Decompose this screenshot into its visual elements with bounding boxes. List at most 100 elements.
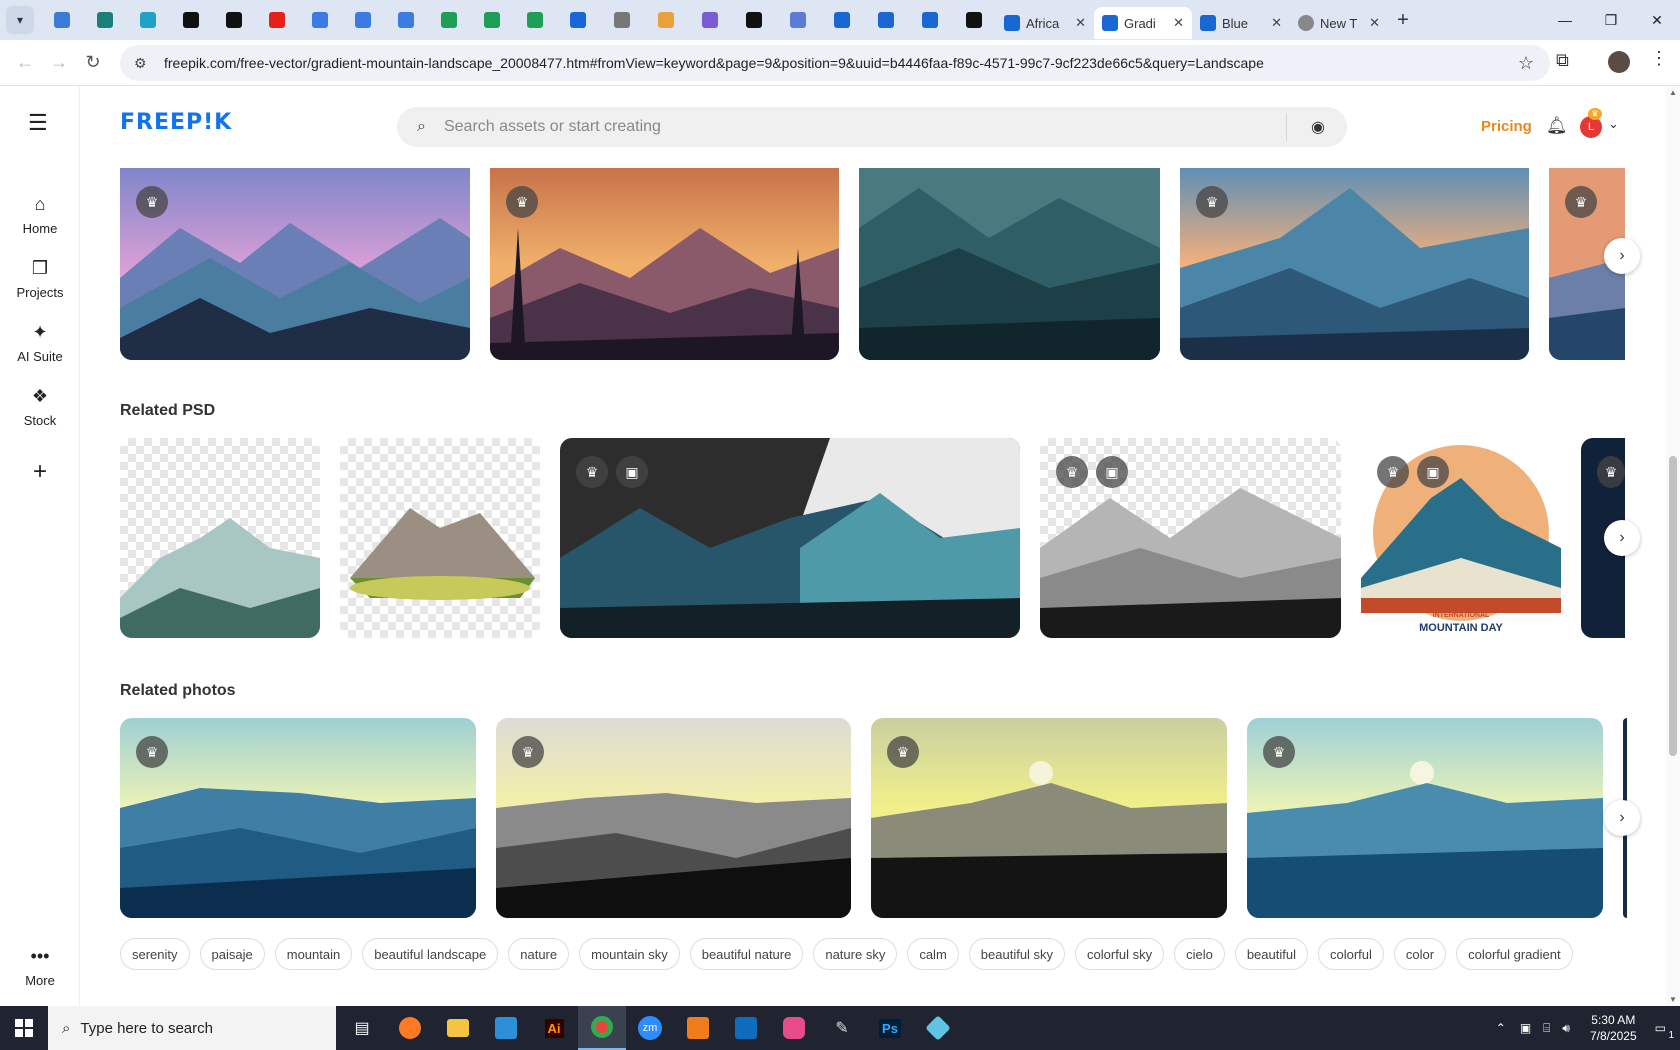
sidebar-item-ai-suite[interactable]: ✦ AI Suite	[0, 322, 80, 364]
chrome-icon[interactable]	[578, 1006, 626, 1050]
pinned-tab[interactable]	[427, 0, 470, 40]
tag-chip[interactable]: colorful gradient	[1456, 938, 1573, 970]
bell-icon[interactable]: 🔔︎	[1546, 116, 1568, 136]
notification-icon[interactable]: ▭ 1	[1655, 1021, 1674, 1041]
psd-card[interactable]: INTERNATIONAL MOUNTAIN DAY ♛ ▣	[1361, 438, 1561, 638]
zoom-icon[interactable]: zm	[626, 1006, 674, 1050]
pinned-tab[interactable]	[384, 0, 427, 40]
pinned-tab[interactable]	[298, 0, 341, 40]
freepik-logo[interactable]: FREEP!K	[120, 110, 232, 135]
bookmark-star-icon[interactable]: ☆	[1518, 53, 1534, 74]
photo-card[interactable]: ♛	[496, 718, 851, 918]
reload-icon[interactable]: ↻	[76, 52, 110, 73]
scrollbar-thumb[interactable]	[1669, 456, 1677, 756]
photo-card[interactable]: ♛	[871, 718, 1227, 918]
pinned-tab[interactable]	[126, 0, 169, 40]
file-explorer-icon[interactable]	[434, 1006, 482, 1050]
tag-chip[interactable]: calm	[907, 938, 959, 970]
windows-start-button[interactable]	[0, 1006, 48, 1050]
close-window-icon[interactable]: ✕	[1634, 0, 1680, 40]
vector-card[interactable]: ♛	[1180, 168, 1529, 360]
photoshop-icon[interactable]: Ps	[866, 1006, 914, 1050]
browser-tab[interactable]: New T ✕	[1290, 7, 1388, 39]
outlook-icon[interactable]	[722, 1006, 770, 1050]
camera-search-icon[interactable]: ◉	[1311, 117, 1325, 137]
pinned-tab[interactable]	[513, 0, 556, 40]
photo-card[interactable]: ♛	[120, 718, 476, 918]
carousel-next-button[interactable]: ›	[1604, 238, 1640, 274]
vector-card[interactable]: ♛	[120, 168, 470, 360]
psd-card[interactable]	[340, 438, 540, 638]
forward-icon[interactable]: →	[42, 52, 76, 73]
carousel-next-button[interactable]: ›	[1604, 800, 1640, 836]
pinned-tab[interactable]	[341, 0, 384, 40]
tag-chip[interactable]: serenity	[120, 938, 190, 970]
pinned-tab[interactable]	[40, 0, 83, 40]
profile-avatar[interactable]	[1608, 51, 1630, 73]
firefox-icon[interactable]	[386, 1006, 434, 1050]
browser-tab[interactable]: Gradi ✕	[1094, 7, 1192, 39]
sidebar-item-more[interactable]: ••• More	[0, 946, 80, 988]
browser-menu-icon[interactable]: ⋮	[1650, 48, 1668, 69]
task-view-icon[interactable]: ▤	[338, 1006, 386, 1050]
pinned-tab[interactable]	[688, 0, 732, 40]
sidebar-item-projects[interactable]: ❒ Projects	[0, 258, 80, 300]
tag-chip[interactable]: mountain	[274, 938, 353, 970]
browser-tab[interactable]: Africa ✕	[996, 7, 1094, 39]
vector-card[interactable]	[859, 168, 1160, 360]
tag-chip[interactable]: nature sky	[813, 938, 898, 970]
add-button[interactable]: +	[0, 458, 80, 486]
tray-expand-icon[interactable]: ⌃	[1496, 1021, 1506, 1035]
tag-chip[interactable]: mountain sky	[579, 938, 680, 970]
pinned-tab[interactable]	[556, 0, 600, 40]
vector-card[interactable]: ♛	[490, 168, 839, 360]
pinned-tab[interactable]	[820, 0, 864, 40]
tag-chip[interactable]: paisaje	[199, 938, 265, 970]
pricing-link[interactable]: Pricing	[1481, 118, 1532, 135]
tag-chip[interactable]: color	[1393, 938, 1447, 970]
volume-icon[interactable]: 🔊︎	[1562, 1021, 1570, 1036]
app-diamond-icon[interactable]	[914, 1006, 962, 1050]
sidebar-item-home[interactable]: ⌂ Home	[0, 194, 80, 236]
illustrator-icon[interactable]: Ai	[530, 1006, 578, 1050]
hamburger-menu-icon[interactable]: ☰	[28, 110, 48, 136]
network-icon[interactable]: ⌸	[1543, 1021, 1550, 1036]
tab-search-button[interactable]: ▾	[6, 6, 34, 34]
close-tab-icon[interactable]: ✕	[1075, 15, 1086, 31]
pen-tool-icon[interactable]: ✎	[818, 1006, 866, 1050]
chevron-down-icon[interactable]: ⌄	[1608, 116, 1619, 132]
browser-tab[interactable]: Blue ✕	[1192, 7, 1290, 39]
psd-card[interactable]: ♛ ▣	[560, 438, 1020, 638]
pinned-tab[interactable]	[644, 0, 688, 40]
taskbar-clock[interactable]: 5:30 AM 7/8/2025	[1590, 1012, 1637, 1044]
restore-icon[interactable]: ❐	[1588, 0, 1634, 40]
search-bar[interactable]: ⌕ Search assets or start creating ◉	[397, 107, 1347, 147]
pinned-tab[interactable]	[255, 0, 298, 40]
pinned-tab[interactable]	[212, 0, 255, 40]
sidebar-item-stock[interactable]: ❖ Stock	[0, 386, 80, 428]
tag-chip[interactable]: beautiful nature	[689, 938, 804, 970]
user-avatar[interactable]: L ♛	[1580, 108, 1602, 138]
extensions-icon[interactable]: ⧉	[1556, 50, 1569, 71]
vscode-icon[interactable]	[482, 1006, 530, 1050]
pinned-tab[interactable]	[83, 0, 126, 40]
tag-chip[interactable]: beautiful sky	[968, 938, 1066, 970]
tag-chip[interactable]: nature	[508, 938, 570, 970]
pinned-tab[interactable]	[864, 0, 908, 40]
back-icon[interactable]: ←	[8, 52, 42, 73]
tag-chip[interactable]: colorful	[1317, 938, 1384, 970]
minimize-icon[interactable]: —	[1542, 0, 1588, 40]
tray-app-icon[interactable]: ▣	[1520, 1021, 1531, 1035]
pinned-tab[interactable]	[470, 0, 513, 40]
pinned-tab[interactable]	[169, 0, 212, 40]
pinned-tab[interactable]	[776, 0, 820, 40]
close-tab-icon[interactable]: ✕	[1173, 15, 1184, 31]
close-tab-icon[interactable]: ✕	[1369, 15, 1380, 31]
taskbar-search-box[interactable]: ⌕ Type here to search	[48, 1006, 336, 1050]
url-field[interactable]: ⚙ freepik.com/free-vector/gradient-mount…	[120, 45, 1550, 81]
pinned-tab[interactable]	[600, 0, 644, 40]
pinned-tab[interactable]	[732, 0, 776, 40]
psd-card[interactable]: ♛ ▣	[1040, 438, 1341, 638]
creative-cloud-icon[interactable]	[770, 1006, 818, 1050]
photo-card[interactable]: ♛	[1247, 718, 1603, 918]
